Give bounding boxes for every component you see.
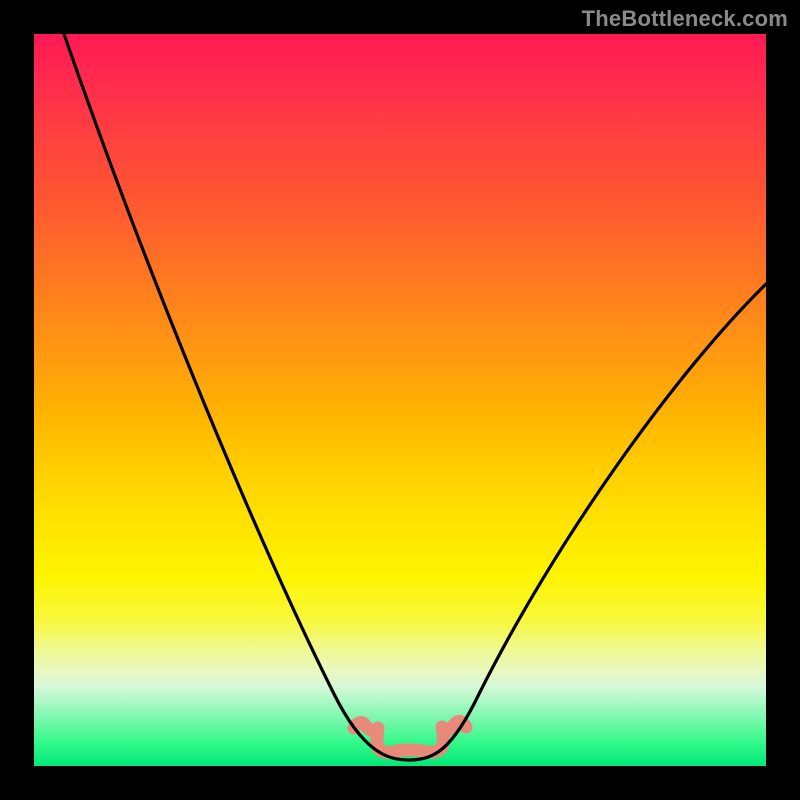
bottleneck-curve (64, 34, 766, 760)
watermark-text: TheBottleneck.com (582, 6, 788, 32)
plot-area (34, 34, 766, 766)
curve-layer (34, 34, 766, 766)
chart-frame: TheBottleneck.com (0, 0, 800, 800)
